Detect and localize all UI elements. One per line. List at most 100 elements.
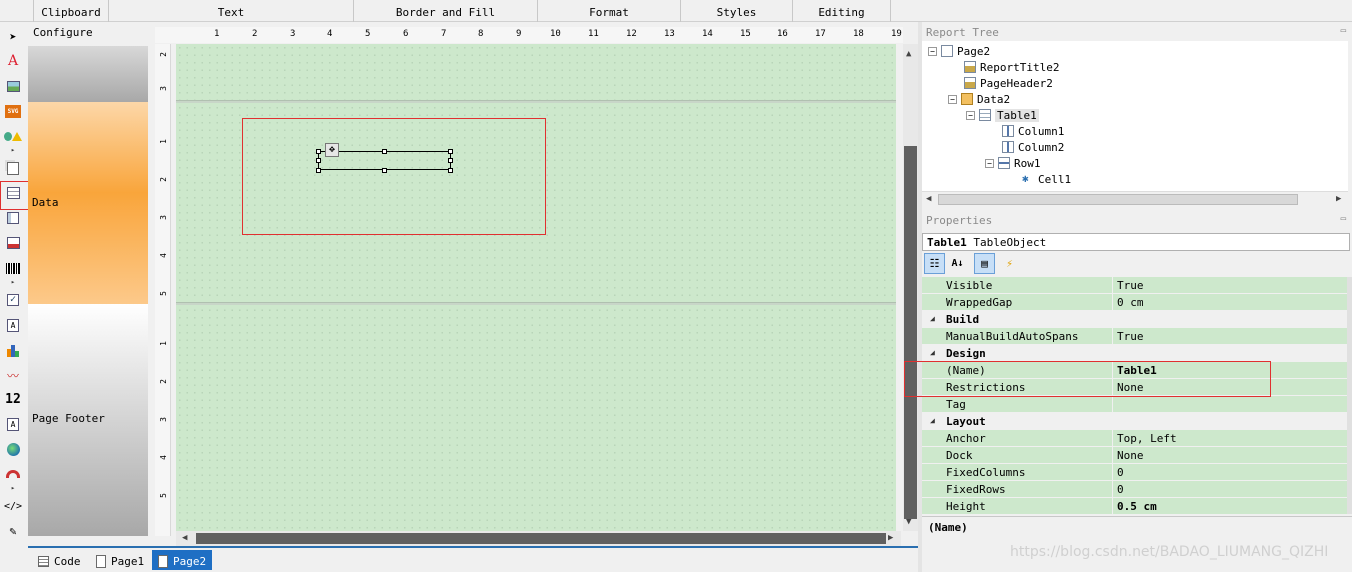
- resize-handle[interactable]: [448, 168, 453, 173]
- property-row[interactable]: FixedColumns 0: [922, 464, 1350, 481]
- scroll-left-icon[interactable]: ◀: [926, 194, 931, 204]
- property-row[interactable]: Tag: [922, 396, 1350, 413]
- scroll-right-icon[interactable]: ▶: [1336, 194, 1341, 204]
- resize-handle[interactable]: [448, 158, 453, 163]
- tree-node-reporttitle2[interactable]: ReportTitle2: [964, 59, 1059, 75]
- property-value[interactable]: 0.5 cm: [1113, 498, 1350, 514]
- tree-node-pageheader2[interactable]: PageHeader2: [964, 75, 1053, 91]
- band-separator[interactable]: [176, 100, 896, 103]
- property-row[interactable]: WrappedGap 0 cm: [922, 294, 1350, 311]
- shape-icon[interactable]: [4, 127, 22, 145]
- property-value[interactable]: Top, Left: [1113, 430, 1350, 446]
- scroll-left-icon[interactable]: ◀: [182, 533, 187, 543]
- property-value[interactable]: 0: [1113, 481, 1350, 497]
- property-category[interactable]: Design ◢: [922, 345, 1350, 362]
- matrix-icon[interactable]: [4, 209, 22, 227]
- expand-arrow-icon[interactable]: ▸: [4, 278, 22, 286]
- scroll-down-icon[interactable]: ▼: [906, 517, 911, 527]
- ribbon-group-clipboard[interactable]: Clipboard: [33, 0, 108, 22]
- canvas-horizontal-scrollbar[interactable]: ◀ ▶: [176, 531, 901, 546]
- property-value[interactable]: [1113, 396, 1350, 412]
- collapse-category-icon[interactable]: ◢: [930, 348, 935, 357]
- collapse-icon[interactable]: −: [948, 94, 957, 104]
- scroll-thumb[interactable]: [938, 194, 1298, 205]
- scroll-up-icon[interactable]: ▲: [906, 49, 911, 59]
- checkbox-icon[interactable]: ✓: [4, 291, 22, 309]
- data-band-strip[interactable]: Data: [28, 102, 148, 304]
- property-value[interactable]: 0 cm: [1113, 294, 1350, 310]
- ribbon-group-text[interactable]: Text: [108, 0, 353, 22]
- scroll-thumb[interactable]: [904, 146, 917, 519]
- resize-handle[interactable]: [316, 149, 321, 154]
- property-grid-scrollbar[interactable]: [1347, 277, 1352, 514]
- configure-bands-button[interactable]: Configure: [28, 22, 148, 46]
- html-icon[interactable]: </>: [4, 497, 22, 515]
- property-row[interactable]: Dock None: [922, 447, 1350, 464]
- move-handle-icon[interactable]: ✥: [325, 143, 339, 157]
- property-row[interactable]: Anchor Top, Left: [922, 430, 1350, 447]
- ribbon-group-border-fill[interactable]: Border and Fill: [353, 0, 537, 22]
- pen-icon[interactable]: ✎: [4, 522, 22, 540]
- gauge-icon[interactable]: [4, 465, 22, 483]
- property-category[interactable]: Build ◢: [922, 311, 1350, 328]
- collapse-icon[interactable]: −: [928, 46, 937, 56]
- picture-icon[interactable]: [4, 77, 22, 95]
- page-header-band-strip[interactable]: [28, 46, 148, 102]
- categorized-icon[interactable]: ☷: [924, 253, 945, 274]
- resize-handle[interactable]: [316, 168, 321, 173]
- tree-node-cell1[interactable]: ✱ Cell1: [1022, 171, 1071, 187]
- properties-icon[interactable]: ▤: [974, 253, 995, 274]
- tree-node-column2[interactable]: Column2: [1002, 139, 1064, 155]
- property-value[interactable]: True: [1113, 277, 1350, 293]
- property-value[interactable]: None: [1113, 447, 1350, 463]
- property-row[interactable]: Visible True: [922, 277, 1350, 294]
- tree-node-page2[interactable]: − Page2: [928, 43, 990, 59]
- subreport-icon[interactable]: [4, 159, 22, 177]
- chart-icon[interactable]: [4, 341, 22, 359]
- sparkline-icon[interactable]: 〰: [4, 366, 22, 384]
- object-selector[interactable]: Table1 TableObject: [922, 233, 1350, 251]
- text-object-icon[interactable]: A: [4, 52, 22, 70]
- cellular-text-icon[interactable]: A: [4, 415, 22, 433]
- expand-arrow-icon[interactable]: ▸: [4, 484, 22, 492]
- ribbon-group-format[interactable]: Format: [537, 0, 680, 22]
- ribbon-group-editing[interactable]: Editing: [792, 0, 891, 22]
- property-value[interactable]: 0: [1113, 464, 1350, 480]
- alphabetical-icon[interactable]: A↓: [947, 253, 968, 274]
- rich-text-icon[interactable]: [4, 234, 22, 252]
- scroll-right-icon[interactable]: ▶: [888, 533, 893, 543]
- zip-code-icon[interactable]: A: [4, 316, 22, 334]
- expand-arrow-icon[interactable]: ▸: [4, 146, 22, 154]
- canvas-vertical-scrollbar[interactable]: ▲ ▼: [903, 44, 918, 531]
- resize-handle[interactable]: [316, 158, 321, 163]
- property-row[interactable]: ManualBuildAutoSpans True: [922, 328, 1350, 345]
- ribbon-group-styles[interactable]: Styles: [680, 0, 792, 22]
- events-icon[interactable]: ⚡: [999, 253, 1020, 274]
- tab-page2[interactable]: Page2: [152, 550, 213, 570]
- tree-node-column1[interactable]: Column1: [1002, 123, 1064, 139]
- tree-horizontal-scrollbar[interactable]: ◀ ▶: [922, 191, 1348, 207]
- digital-gauge-icon[interactable]: 12: [4, 390, 22, 408]
- map-icon[interactable]: [4, 440, 22, 458]
- tree-node-data2[interactable]: − Data2: [948, 91, 1010, 107]
- resize-handle[interactable]: [382, 168, 387, 173]
- collapse-icon[interactable]: −: [985, 158, 994, 168]
- tree-node-table1[interactable]: − Table1: [966, 107, 1039, 123]
- tree-node-row1[interactable]: − Row1: [985, 155, 1041, 171]
- resize-handle[interactable]: [448, 149, 453, 154]
- pointer-icon[interactable]: ➤: [4, 28, 22, 46]
- collapse-icon[interactable]: −: [966, 110, 975, 120]
- page-footer-band-strip[interactable]: Page Footer: [28, 304, 148, 536]
- barcode-icon[interactable]: [4, 259, 22, 277]
- property-category[interactable]: Layout ◢: [922, 413, 1350, 430]
- pin-icon[interactable]: ▭: [1341, 26, 1346, 36]
- property-row[interactable]: Height 0.5 cm: [922, 498, 1350, 514]
- scroll-thumb[interactable]: [196, 533, 886, 544]
- property-value[interactable]: True: [1113, 328, 1350, 344]
- tab-page1[interactable]: Page1: [90, 550, 150, 570]
- resize-handle[interactable]: [382, 149, 387, 154]
- band-separator[interactable]: [176, 302, 896, 305]
- property-row[interactable]: FixedRows 0: [922, 481, 1350, 498]
- svg-icon[interactable]: SVG: [4, 102, 22, 120]
- tab-code[interactable]: Code: [32, 550, 87, 570]
